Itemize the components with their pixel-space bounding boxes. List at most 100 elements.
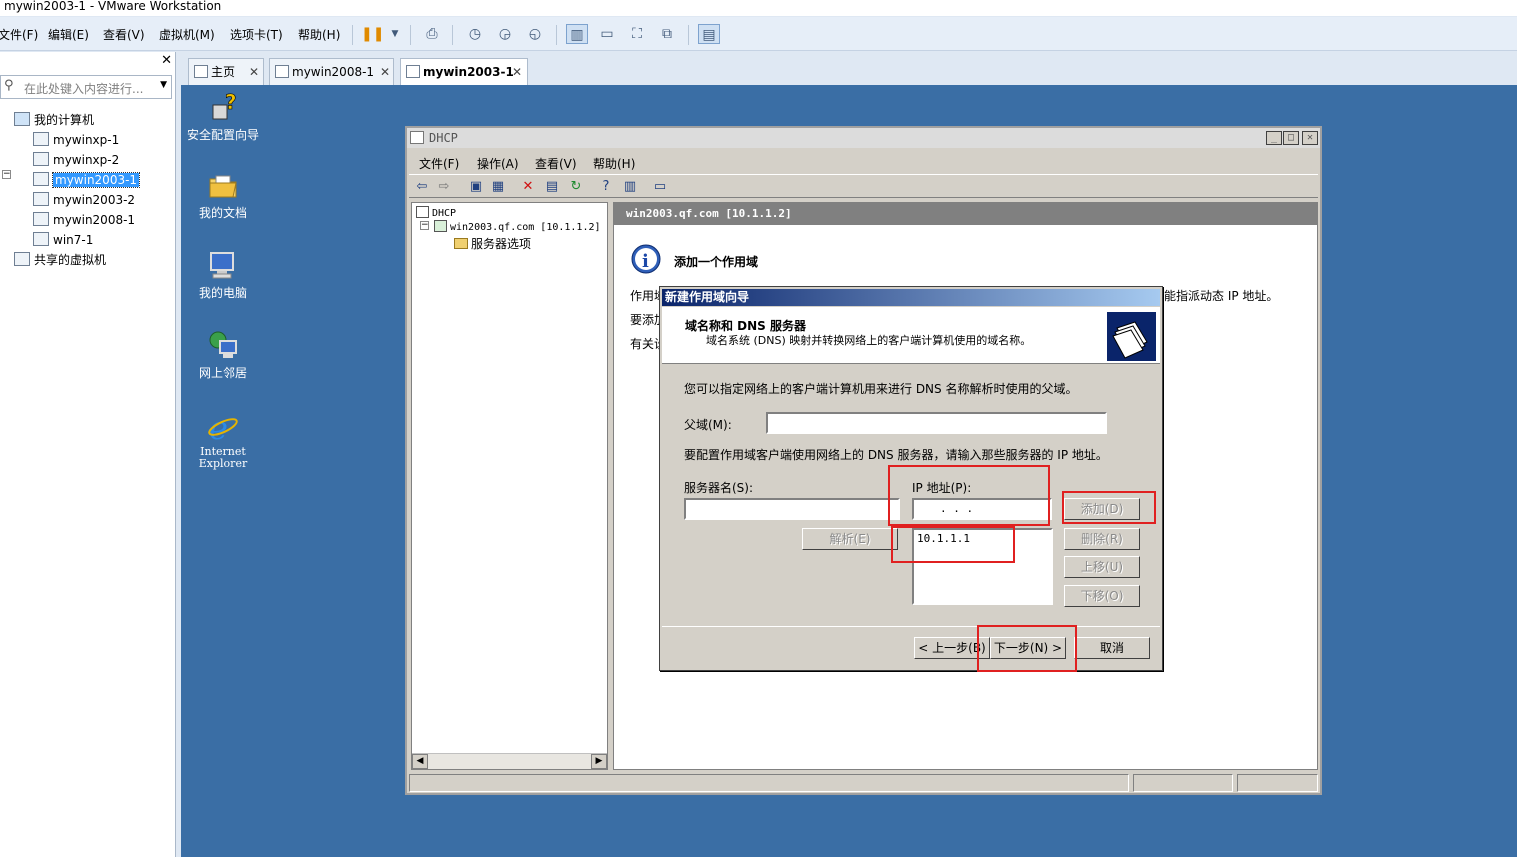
server-name-input[interactable] xyxy=(684,498,900,520)
folder-icon xyxy=(207,169,239,201)
wizard-header: 域名称和 DNS 服务器 域名系统 (DNS) 映射并转换网络上的客户端计算机使… xyxy=(662,307,1160,364)
tree-expander[interactable]: − xyxy=(420,221,429,230)
unity-icon[interactable]: ⧉ xyxy=(656,24,678,44)
parent-domain-input[interactable] xyxy=(766,412,1107,434)
remove-button[interactable]: 删除(R) xyxy=(1064,528,1140,550)
library-view-icon[interactable]: ▥ xyxy=(566,24,588,44)
tree-dhcp-root[interactable]: DHCP xyxy=(416,206,456,219)
close-icon[interactable]: ✕ xyxy=(161,53,172,68)
dhcp-icon xyxy=(410,131,424,144)
horizontal-scrollbar[interactable]: ◀ ▶ xyxy=(412,753,607,769)
home-icon xyxy=(194,65,208,78)
tree-pane[interactable]: DHCP − win2003.qf.com [10.1.1.2] 服务器选项 ◀… xyxy=(411,202,608,770)
vm-icon xyxy=(406,65,420,78)
close-icon[interactable]: ✕ xyxy=(512,59,522,85)
vm-icon xyxy=(33,152,49,166)
tree-vm-item[interactable]: mywinxp-2 xyxy=(33,151,119,169)
library-panel: ✕ ⚲ 在此处键入内容进行... ▼ − 我的计算机 mywinxp-1 myw… xyxy=(0,52,176,857)
library-search[interactable]: ⚲ 在此处键入内容进行... ▼ xyxy=(0,75,172,99)
wizard-header-subtitle: 域名系统 (DNS) 映射并转换网络上的客户端计算机使用的域名称。 xyxy=(706,334,1032,347)
show-hide-tree-icon[interactable]: ▦ xyxy=(489,178,507,195)
properties-icon[interactable]: ▤ xyxy=(543,178,561,195)
search-placeholder: 在此处键入内容进行... xyxy=(24,82,144,96)
tree-vm-item-selected[interactable]: mywin2003-1 xyxy=(33,171,141,189)
folder-icon xyxy=(454,238,468,249)
chevron-down-icon[interactable]: ▼ xyxy=(160,80,167,90)
console-icon[interactable]: ▭ xyxy=(651,178,669,195)
highlight-ip-list xyxy=(891,526,1015,563)
forward-icon[interactable]: ⇨ xyxy=(435,178,453,195)
wizard-intro-text: 您可以指定网络上的客户端计算机用来进行 DNS 名称解析时使用的父域。 xyxy=(684,382,1078,396)
close-icon[interactable]: ✕ xyxy=(380,59,390,85)
status-panel xyxy=(1133,774,1233,792)
vm-icon xyxy=(33,132,49,146)
tree-my-computer[interactable]: 我的计算机 xyxy=(14,111,94,129)
scroll-left-icon[interactable]: ◀ xyxy=(412,754,428,769)
vm-icon xyxy=(33,172,49,186)
details-heading: 添加一个作用域 xyxy=(674,255,759,269)
console-view-icon[interactable]: ▭ xyxy=(596,24,618,44)
help-icon[interactable]: ? xyxy=(597,178,615,195)
cancel-button[interactable]: 取消 xyxy=(1074,637,1150,659)
menu-file[interactable]: 文件(F) xyxy=(0,26,38,43)
snapshot-icon[interactable]: ◷ xyxy=(464,24,486,44)
export-list-icon[interactable]: ▥ xyxy=(621,178,639,195)
close-button[interactable]: ✕ xyxy=(1302,131,1318,145)
tab-mywin2003-1[interactable]: mywin2003-1 ✕ xyxy=(400,58,528,86)
revert-snapshot-icon[interactable]: ◶ xyxy=(494,24,516,44)
resolve-button[interactable]: 解析(E) xyxy=(802,528,898,550)
refresh-icon[interactable]: ↻ xyxy=(567,178,585,195)
menu-help[interactable]: 帮助(H) xyxy=(298,26,340,43)
desktop-icon-security-wizard[interactable]: ? 安全配置向导 xyxy=(181,90,265,143)
close-icon[interactable]: ✕ xyxy=(249,59,259,85)
tree-shared-vms[interactable]: 共享的虚拟机 xyxy=(14,251,106,269)
tree-vm-item[interactable]: mywin2003-2 xyxy=(33,191,135,209)
tab-home[interactable]: 主页 ✕ xyxy=(188,58,264,85)
pause-icon[interactable]: ❚❚ xyxy=(361,24,384,44)
dhcp-icon xyxy=(416,206,429,218)
back-icon[interactable]: ⇦ xyxy=(413,178,431,195)
svg-text:i: i xyxy=(642,251,649,272)
security-wizard-icon: ? xyxy=(207,90,239,123)
tree-vm-item[interactable]: mywinxp-1 xyxy=(33,131,119,149)
desktop-icon-my-documents[interactable]: 我的文档 xyxy=(181,169,265,221)
desktop-icon-internet-explorer[interactable]: e Internet Explorer xyxy=(181,409,265,470)
vm-icon xyxy=(33,232,49,246)
chevron-down-icon[interactable]: ▼ xyxy=(384,24,406,44)
menu-vm[interactable]: 虚拟机(M) xyxy=(159,26,215,43)
toolbar-separator xyxy=(352,25,353,45)
minimize-button[interactable]: _ xyxy=(1266,131,1282,145)
delete-icon[interactable]: ✕ xyxy=(519,178,537,195)
thumbnail-view-icon[interactable]: ▤ xyxy=(698,24,720,44)
status-panel xyxy=(1237,774,1318,792)
app-title: mywin2003-1 - VMware Workstation xyxy=(0,0,1517,16)
details-header: win2003.qf.com [10.1.1.2] xyxy=(614,203,1317,225)
scroll-right-icon[interactable]: ▶ xyxy=(591,754,607,769)
tree-server-options[interactable]: 服务器选项 xyxy=(454,235,531,252)
snapshot-manager-icon[interactable]: ◵ xyxy=(524,24,546,44)
menu-tabs[interactable]: 选项卡(T) xyxy=(230,26,283,43)
move-down-button[interactable]: 下移(O) xyxy=(1064,585,1140,607)
tree-expander[interactable]: − xyxy=(2,170,11,179)
toolbar-separator xyxy=(410,25,411,45)
move-up-button[interactable]: 上移(U) xyxy=(1064,556,1140,578)
desktop-icon-my-computer[interactable]: 我的电脑 xyxy=(181,249,265,301)
dhcp-menu-view[interactable]: 查看(V) xyxy=(535,155,577,172)
fullscreen-icon[interactable]: ⛶ xyxy=(626,24,648,44)
ie-label-line2: Explorer xyxy=(198,457,248,470)
menu-edit[interactable]: 编辑(E) xyxy=(48,26,89,43)
menu-view[interactable]: 查看(V) xyxy=(103,26,145,43)
dhcp-menu-help[interactable]: 帮助(H) xyxy=(593,155,635,172)
maximize-button[interactable]: □ xyxy=(1283,131,1299,145)
tree-vm-item[interactable]: win7-1 xyxy=(33,231,93,249)
tree-vm-item[interactable]: mywin2008-1 xyxy=(33,211,135,229)
status-panel xyxy=(409,774,1129,792)
desktop-icon-network[interactable]: 网上邻居 xyxy=(181,329,265,381)
up-folder-icon[interactable]: ▣ xyxy=(467,178,485,195)
send-ctrl-alt-del-icon[interactable]: ⎙ xyxy=(421,24,443,44)
dhcp-menu-file[interactable]: 文件(F) xyxy=(419,155,459,172)
tab-strip: 主页 ✕ mywin2008-1 ✕ mywin2003-1 ✕ xyxy=(180,52,1517,86)
tree-dhcp-server[interactable]: win2003.qf.com [10.1.1.2] xyxy=(434,220,601,233)
tab-mywin2008-1[interactable]: mywin2008-1 ✕ xyxy=(269,58,394,85)
dhcp-menu-action[interactable]: 操作(A) xyxy=(477,155,519,172)
